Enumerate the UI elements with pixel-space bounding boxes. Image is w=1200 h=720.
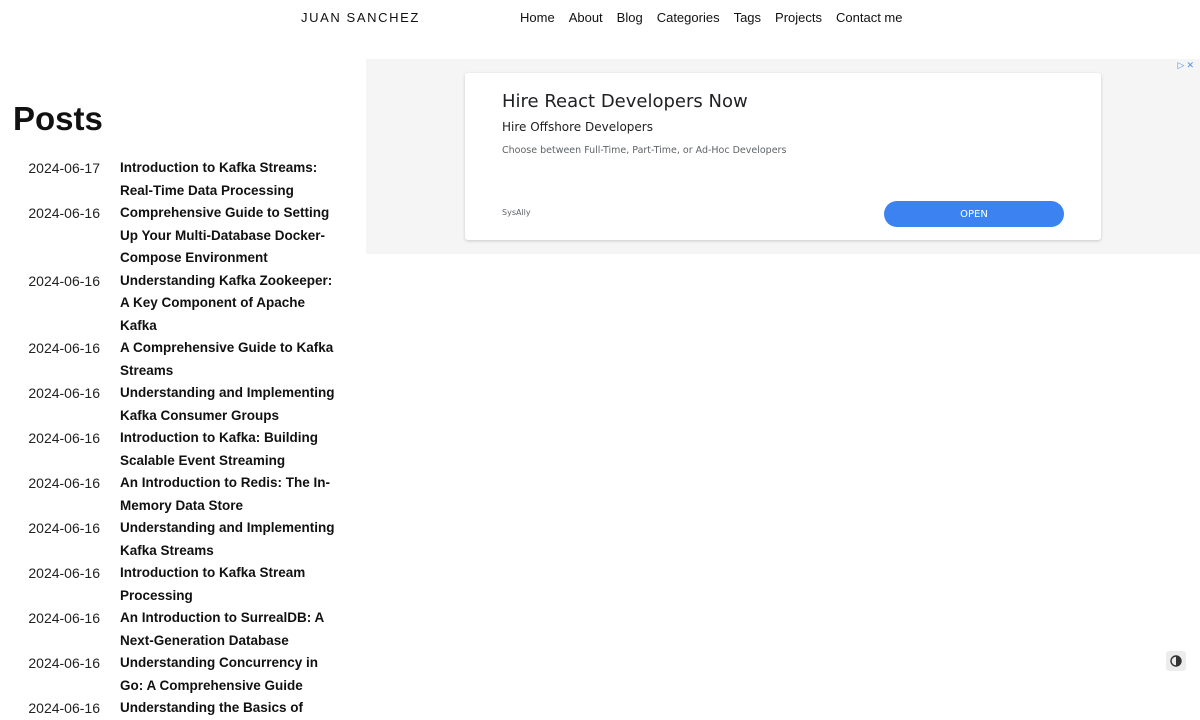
list-item: 2024-06-16 Understanding the Basics of — [0, 697, 360, 720]
post-title-link[interactable]: Introduction to Kafka: Building Scalable… — [120, 427, 335, 472]
list-item: 2024-06-16 An Introduction to Redis: The… — [0, 472, 360, 517]
post-title-link[interactable]: Introduction to Kafka Stream Processing — [120, 562, 335, 607]
post-title-link[interactable]: An Introduction to SurrealDB: A Next-Gen… — [120, 607, 335, 652]
post-title-link[interactable]: Understanding the Basics of — [120, 697, 335, 720]
ad-choices[interactable]: ▷✕ — [1178, 60, 1196, 71]
close-icon[interactable]: ✕ — [1186, 60, 1196, 70]
list-item: 2024-06-16 Understanding Concurrency in … — [0, 652, 360, 697]
nav-tags[interactable]: Tags — [734, 10, 761, 25]
post-title-link[interactable]: Understanding and Implementing Kafka Con… — [120, 382, 335, 427]
post-date: 2024-06-16 — [28, 655, 100, 671]
site-brand[interactable]: JUAN SANCHEZ — [301, 10, 420, 25]
post-title-link[interactable]: A Comprehensive Guide to Kafka Streams — [120, 337, 335, 382]
post-title-link[interactable]: An Introduction to Redis: The In-Memory … — [120, 472, 335, 517]
list-item: 2024-06-17 Introduction to Kafka Streams… — [0, 157, 360, 202]
post-date: 2024-06-16 — [28, 340, 100, 356]
ad-advertiser: SysAlly — [502, 208, 531, 217]
nav-about[interactable]: About — [569, 10, 603, 25]
list-item: 2024-06-16 A Comprehensive Guide to Kafk… — [0, 337, 360, 382]
list-item: 2024-06-16 Understanding Kafka Zookeeper… — [0, 270, 360, 338]
post-list: 2024-06-17 Introduction to Kafka Streams… — [0, 157, 360, 720]
list-item: 2024-06-16 Introduction to Kafka Stream … — [0, 562, 360, 607]
ad-headline[interactable]: Hire React Developers Now — [502, 91, 748, 112]
list-item: 2024-06-16 Introduction to Kafka: Buildi… — [0, 427, 360, 472]
nav-home[interactable]: Home — [520, 10, 555, 25]
contrast-icon — [1170, 655, 1182, 667]
list-item: 2024-06-16 An Introduction to SurrealDB:… — [0, 607, 360, 652]
post-date: 2024-06-16 — [28, 700, 100, 716]
main-nav: Home About Blog Categories Tags Projects… — [520, 10, 903, 25]
list-item: 2024-06-16 Comprehensive Guide to Settin… — [0, 202, 360, 270]
nav-categories[interactable]: Categories — [657, 10, 720, 25]
ad-banner: ▷✕ Hire React Developers Now Hire Offsho… — [366, 59, 1200, 254]
site-header: JUAN SANCHEZ Home About Blog Categories … — [0, 0, 1200, 36]
post-title-link[interactable]: Understanding and Implementing Kafka Str… — [120, 517, 335, 562]
list-item: 2024-06-16 Understanding and Implementin… — [0, 517, 360, 562]
list-item: 2024-06-16 Understanding and Implementin… — [0, 382, 360, 427]
post-title-link[interactable]: Understanding Kafka Zookeeper: A Key Com… — [120, 270, 335, 338]
post-date: 2024-06-16 — [28, 610, 100, 626]
post-date: 2024-06-16 — [28, 520, 100, 536]
post-date: 2024-06-16 — [28, 205, 100, 221]
nav-contact[interactable]: Contact me — [836, 10, 902, 25]
post-title-link[interactable]: Introduction to Kafka Streams: Real-Time… — [120, 157, 335, 202]
post-date: 2024-06-16 — [28, 430, 100, 446]
ad-card[interactable]: Hire React Developers Now Hire Offshore … — [465, 73, 1101, 240]
page-title: Posts — [13, 100, 103, 137]
nav-projects[interactable]: Projects — [775, 10, 822, 25]
ad-open-button[interactable]: OPEN — [884, 201, 1064, 227]
nav-blog[interactable]: Blog — [617, 10, 643, 25]
ad-subheadline: Hire Offshore Developers — [502, 120, 653, 134]
post-date: 2024-06-16 — [28, 475, 100, 491]
post-title-link[interactable]: Understanding Concurrency in Go: A Compr… — [120, 652, 335, 697]
post-date: 2024-06-16 — [28, 272, 100, 289]
ad-description: Choose between Full-Time, Part-Time, or … — [502, 145, 787, 156]
post-date: 2024-06-16 — [28, 565, 100, 581]
post-date: 2024-06-17 — [28, 160, 100, 176]
theme-toggle-button[interactable] — [1166, 651, 1186, 671]
post-title-link[interactable]: Comprehensive Guide to Setting Up Your M… — [120, 202, 335, 270]
post-date: 2024-06-16 — [28, 385, 100, 401]
